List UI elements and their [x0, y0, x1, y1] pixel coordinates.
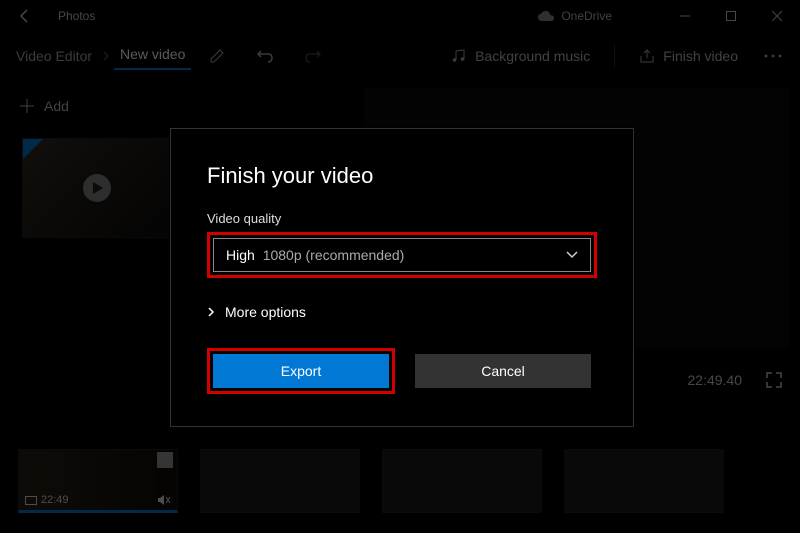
project-name[interactable]: New video [114, 42, 191, 70]
selected-corner-icon [23, 139, 43, 159]
onedrive-button[interactable]: OneDrive [537, 9, 612, 23]
toolbar: Video Editor New video Background music … [0, 32, 800, 80]
finish-video-dialog: Finish your video Video quality High 108… [170, 128, 634, 427]
highlight-export: Export [207, 348, 395, 394]
highlight-quality: High 1080p (recommended) [207, 232, 597, 278]
redo-button[interactable] [291, 36, 335, 76]
text-overlay-icon [157, 452, 173, 468]
maximize-button[interactable] [708, 0, 754, 32]
minimize-icon [680, 11, 690, 21]
play-overlay[interactable] [83, 174, 111, 202]
ellipsis-icon [764, 54, 782, 58]
more-options-toggle[interactable]: More options [207, 304, 597, 320]
export-icon [639, 48, 655, 64]
chevron-right-icon [207, 306, 215, 318]
export-button[interactable]: Export [213, 354, 389, 388]
chevron-down-icon [566, 251, 578, 259]
breadcrumb-video-editor[interactable]: Video Editor [10, 44, 98, 68]
undo-icon [256, 48, 274, 64]
back-button[interactable] [10, 8, 40, 24]
undo-button[interactable] [243, 36, 287, 76]
storyboard-clip[interactable]: 22:49 [18, 449, 178, 513]
title-bar: Photos OneDrive [0, 0, 800, 32]
fullscreen-button[interactable] [766, 372, 782, 388]
close-button[interactable] [754, 0, 800, 32]
rename-button[interactable] [195, 36, 239, 76]
library-clip[interactable] [22, 138, 172, 238]
film-icon [25, 496, 37, 505]
storyboard: 22:49 [0, 449, 800, 513]
storyboard-slot[interactable] [382, 449, 542, 513]
clip-duration: 22:49 [25, 494, 69, 506]
quality-select[interactable]: High 1080p (recommended) [213, 238, 591, 272]
cancel-button[interactable]: Cancel [415, 354, 591, 388]
chevron-right-icon [102, 50, 110, 62]
storyboard-slot[interactable] [200, 449, 360, 513]
preview-timestamp: 22:49.40 [688, 372, 743, 388]
arrow-left-icon [17, 8, 33, 24]
quality-label: Video quality [207, 211, 597, 226]
background-music-button[interactable]: Background music [437, 36, 604, 76]
app-title: Photos [58, 9, 95, 23]
pencil-icon [209, 48, 225, 64]
plus-icon [20, 99, 34, 113]
dialog-title: Finish your video [207, 163, 597, 189]
minimize-button[interactable] [662, 0, 708, 32]
fullscreen-icon [766, 372, 782, 388]
more-button[interactable] [756, 36, 790, 76]
maximize-icon [726, 11, 736, 21]
storyboard-slot[interactable] [564, 449, 724, 513]
finish-video-button[interactable]: Finish video [625, 36, 752, 76]
close-icon [772, 11, 782, 21]
mute-button[interactable] [157, 494, 171, 506]
speaker-mute-icon [157, 494, 171, 506]
add-button[interactable]: Add [10, 88, 350, 124]
play-icon [93, 182, 103, 194]
redo-icon [304, 48, 322, 64]
cloud-icon [537, 10, 555, 22]
music-icon [451, 48, 467, 64]
